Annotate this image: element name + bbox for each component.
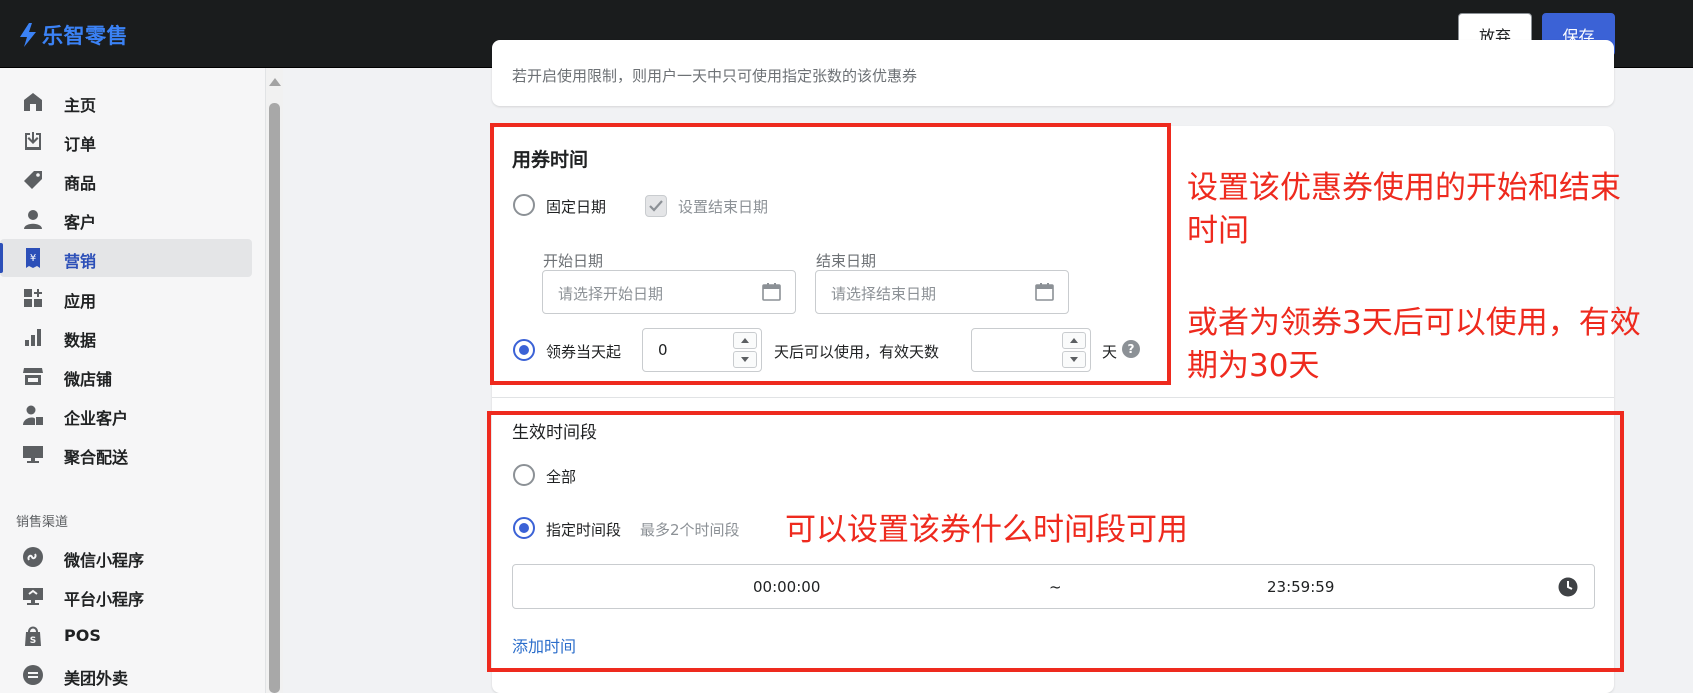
sidebar-item-home[interactable]: 主页 (0, 83, 252, 121)
annotation-box-usage-time (490, 123, 1171, 385)
home-icon (24, 93, 42, 111)
section-divider (492, 397, 1614, 398)
sidebar-item-label: 应用 (64, 292, 97, 311)
annotation-note-2-line-1: 或者为领券3天后可以使用，有效 (1187, 305, 1641, 341)
svg-text:S: S (30, 636, 36, 646)
order-icon (25, 132, 41, 150)
bar-chart-icon (25, 329, 41, 346)
usage-limit-hint: 若开启使用限制，则用户一天中只可使用指定张数的该优惠券 (512, 67, 918, 85)
pos-bag-icon: S (25, 626, 41, 646)
sidebar-item-enterprise[interactable]: 企业客户 (0, 396, 252, 434)
sidebar-item-label: 商品 (64, 174, 97, 193)
annotation-note-2-line-2: 期为30天 (1187, 348, 1320, 384)
scroll-up-arrow-icon[interactable] (269, 78, 281, 86)
meituan-icon (23, 665, 43, 685)
sidebar-item-label: 微信小程序 (64, 551, 145, 570)
marketing-icon: ¥ (26, 248, 40, 268)
brand-logo[interactable]: 乐智零售 (18, 20, 128, 50)
sales-channels-title: 销售渠道 (16, 515, 69, 530)
enterprise-user-icon (23, 405, 43, 425)
svg-text:¥: ¥ (30, 253, 36, 264)
tag-icon (24, 171, 42, 189)
sidebar-item-meituan[interactable]: 美团外卖 (0, 656, 252, 693)
sidebar-item-label: 数据 (64, 331, 97, 350)
sidebar-item-label: 主页 (64, 96, 97, 115)
sidebar-item-label: 聚合配送 (64, 448, 129, 467)
annotation-note-2: 或者为领券3天后可以使用，有效 期为30天 (1187, 302, 1641, 388)
sidebar-item-label: 美团外卖 (64, 669, 129, 688)
lightning-icon (20, 23, 36, 47)
platform-miniprogram-icon (23, 588, 43, 605)
annotation-note-1: 设置该优惠券使用的开始和结束 时间 (1187, 167, 1621, 253)
sidebar-item-customers[interactable]: 客户 (0, 200, 252, 238)
annotation-note-3: 可以设置该券什么时间段可用 (785, 512, 1188, 548)
sidebar-item-data[interactable]: 数据 (0, 318, 252, 356)
sidebar-item-label: 营销 (64, 252, 97, 271)
sidebar-item-store[interactable]: 微店铺 (0, 357, 252, 395)
scroll-thumb[interactable] (269, 103, 280, 693)
sidebar-item-label: 企业客户 (64, 409, 129, 428)
usage-limit-card: 若开启使用限制，则用户一天中只可使用指定张数的该优惠券 (492, 40, 1614, 106)
annotation-note-1-line-1: 设置该优惠券使用的开始和结束 (1187, 170, 1621, 206)
sidebar-item-label: POS (64, 626, 101, 645)
annotation-note-1-line-2: 时间 (1187, 213, 1249, 249)
sidebar-item-platform-miniprogram[interactable]: 平台小程序 (0, 577, 252, 615)
sidebar: 主页 订单 商品 客户 ¥ 营销 应用 数据 微店铺 企业客户 聚合配送 销售渠… (0, 68, 266, 693)
wechat-miniprogram-icon (23, 547, 43, 567)
sidebar-item-apps[interactable]: 应用 (0, 279, 252, 317)
sidebar-item-wechat-miniprogram[interactable]: 微信小程序 (0, 538, 252, 576)
monitor-icon (23, 446, 43, 463)
apps-icon (24, 289, 42, 307)
brand-name: 乐智零售 (42, 24, 128, 48)
sidebar-scrollbar[interactable] (266, 68, 283, 693)
sidebar-item-products[interactable]: 商品 (0, 161, 252, 199)
store-icon (23, 368, 43, 385)
sidebar-item-label: 客户 (64, 213, 97, 232)
sidebar-item-pos[interactable]: S POS (0, 617, 252, 655)
sidebar-item-delivery[interactable]: 聚合配送 (0, 435, 252, 473)
sidebar-item-label: 微店铺 (64, 370, 113, 389)
sidebar-item-orders[interactable]: 订单 (0, 122, 252, 160)
sidebar-item-marketing[interactable]: ¥ 营销 (0, 239, 252, 277)
sidebar-item-label: 平台小程序 (64, 590, 145, 609)
person-icon (24, 210, 42, 229)
sidebar-item-label: 订单 (64, 135, 97, 154)
